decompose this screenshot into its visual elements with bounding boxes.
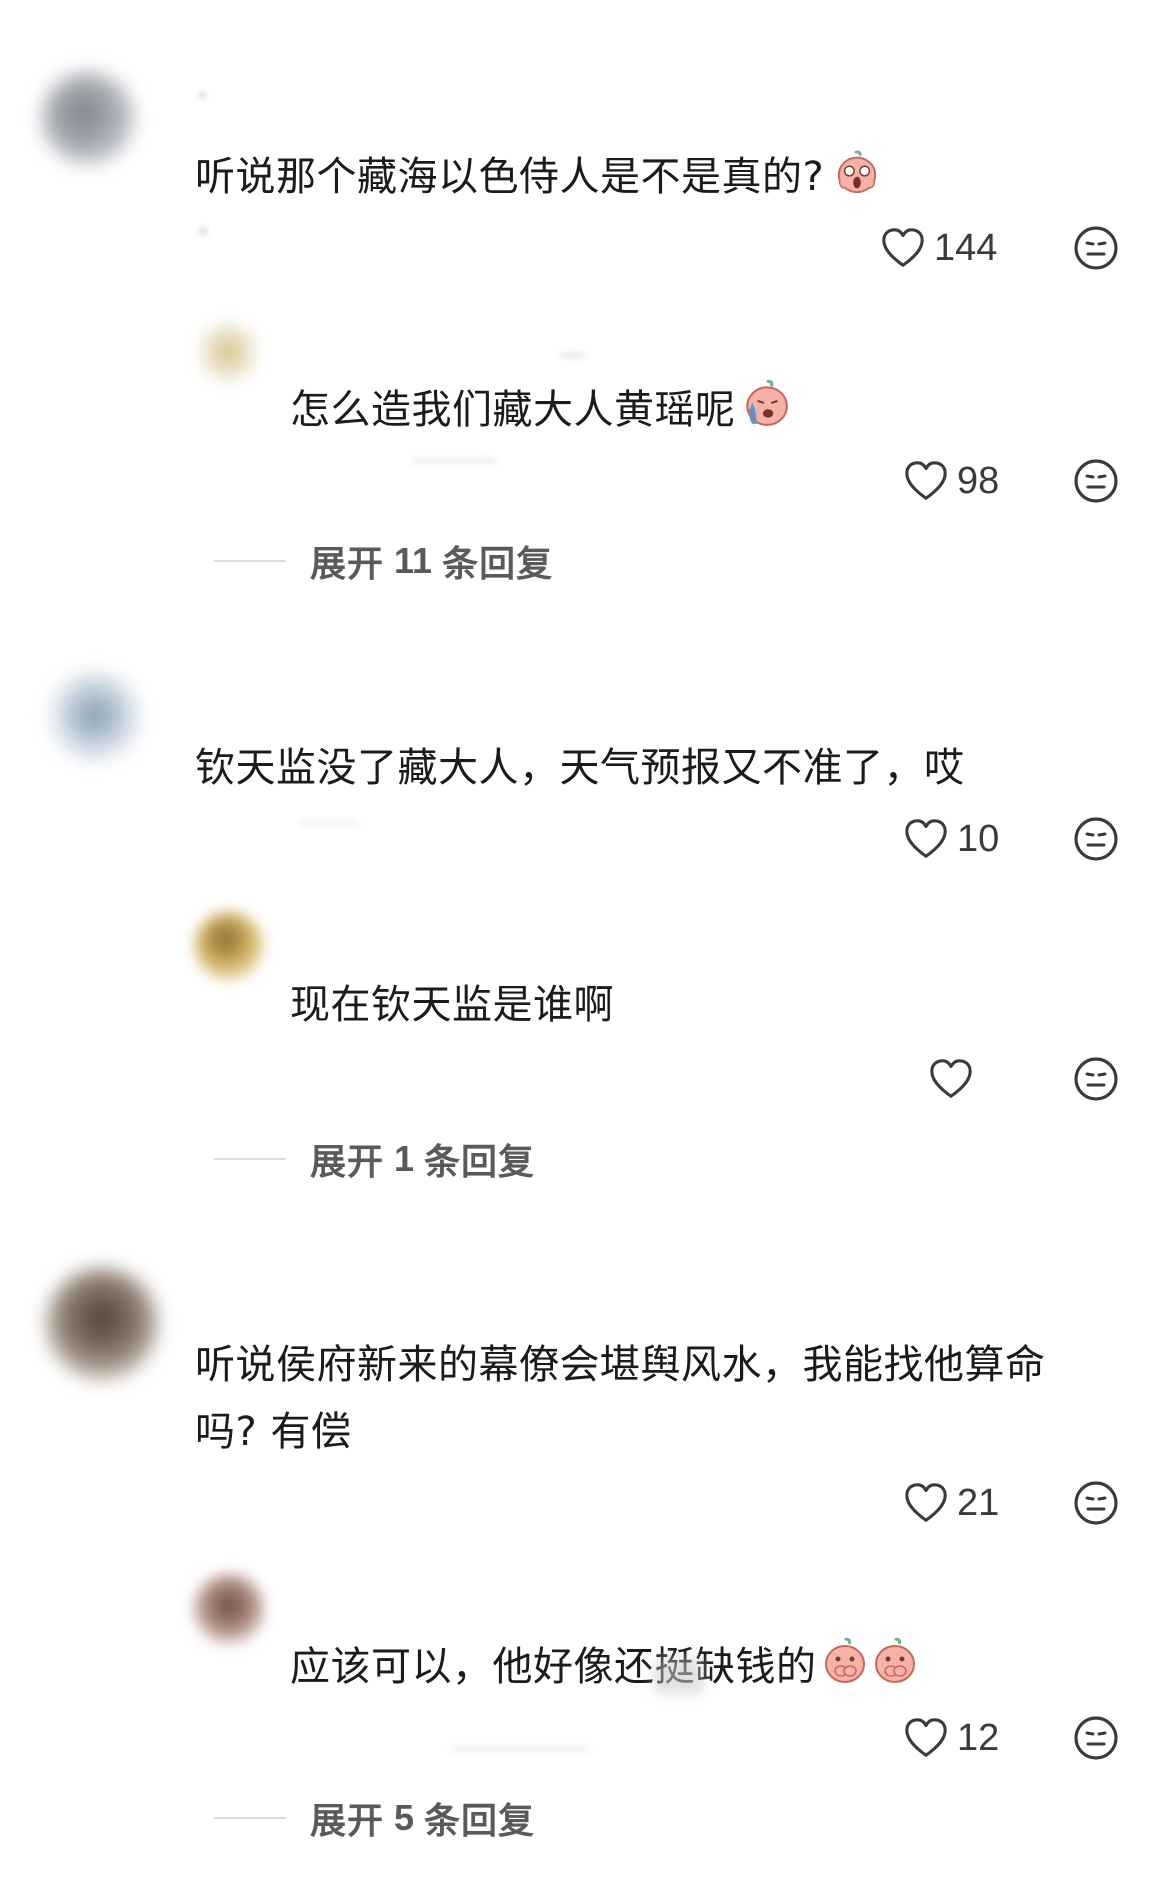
avatar[interactable] xyxy=(50,672,140,762)
crying-emoji-icon xyxy=(740,377,790,429)
reply-like-button[interactable]: 98 xyxy=(903,456,999,506)
redaction-blur xyxy=(655,1658,703,1694)
neutral-face-icon[interactable] xyxy=(1072,815,1120,863)
reply-text-content: 现在钦天监是谁啊 xyxy=(290,982,614,1028)
reply-avatar[interactable] xyxy=(194,1574,264,1644)
avatar[interactable] xyxy=(42,72,134,164)
reply-like-count: 12 xyxy=(957,1716,1000,1759)
like-count: 21 xyxy=(957,1481,1000,1524)
reply-username-blurred[interactable] xyxy=(560,352,586,358)
reply-text-content: 怎么造我们藏大人黄瑶呢 xyxy=(290,387,736,433)
reply-like-count: 98 xyxy=(957,459,1000,502)
expand-label: 展开 xyxy=(310,1142,385,1183)
like-count: 144 xyxy=(934,226,998,269)
expand-suffix: 条回复 xyxy=(424,1142,536,1183)
comment-text-line2: 吗? 有偿 xyxy=(195,1409,352,1455)
heart-outline-icon xyxy=(928,1056,974,1102)
comment-text-content: 听说那个藏海以色侍人是不是真的? xyxy=(195,154,825,200)
neutral-face-icon[interactable] xyxy=(1072,224,1120,272)
reply-timestamp-blurred xyxy=(412,458,496,464)
expand-suffix: 条回复 xyxy=(424,1801,536,1842)
reply-timestamp-blurred xyxy=(450,1746,590,1752)
expand-replies-button[interactable]: 展开 5 条回复 xyxy=(214,1793,535,1843)
like-count: 10 xyxy=(957,817,1000,860)
like-button[interactable]: 144 xyxy=(880,223,997,273)
comment-text: 听说那个藏海以色侍人是不是真的? xyxy=(195,144,880,211)
covering-mouth-emoji-icon xyxy=(821,1636,869,1686)
divider xyxy=(214,560,286,562)
neutral-face-icon[interactable] xyxy=(1072,1714,1120,1762)
expand-count: 5 xyxy=(394,1797,415,1838)
expand-count: 1 xyxy=(394,1138,415,1179)
expand-replies-button[interactable]: 展开 11 条回复 xyxy=(214,536,553,586)
neutral-face-icon[interactable] xyxy=(1072,1479,1120,1527)
like-button[interactable]: 10 xyxy=(903,814,999,864)
heart-outline-icon xyxy=(880,225,926,271)
comment-text: 钦天监没了藏大人，天气预报又不准了，哎 xyxy=(195,735,965,802)
expand-label: 展开 xyxy=(310,544,385,585)
divider xyxy=(214,1158,286,1160)
scream-emoji-icon xyxy=(834,148,880,196)
comment-text-line1: 听说侯府新来的幕僚会堪舆风水，我能找他算命 xyxy=(195,1342,1046,1388)
reply-text: 现在钦天监是谁啊 xyxy=(290,972,614,1039)
timestamp-blurred xyxy=(198,228,208,234)
avatar[interactable] xyxy=(46,1268,158,1380)
heart-outline-icon xyxy=(903,1480,949,1526)
username-blurred[interactable] xyxy=(198,92,206,98)
reply-text: 怎么造我们藏大人黄瑶呢 xyxy=(290,377,790,444)
comment-text: 听说侯府新来的幕僚会堪舆风水，我能找他算命 吗? 有偿 xyxy=(195,1332,1046,1466)
reply-avatar[interactable] xyxy=(195,912,263,980)
reply-avatar[interactable] xyxy=(198,322,258,382)
timestamp-blurred xyxy=(300,820,360,826)
covering-mouth-emoji-icon xyxy=(871,1636,919,1686)
neutral-face-icon[interactable] xyxy=(1072,1055,1120,1103)
reply-like-button[interactable] xyxy=(928,1054,982,1104)
expand-label: 展开 xyxy=(310,1801,385,1842)
expand-suffix: 条回复 xyxy=(442,544,554,585)
reply-text-content: 应该可以，他好像还挺缺钱的 xyxy=(290,1644,817,1690)
heart-outline-icon xyxy=(903,1715,949,1761)
divider xyxy=(214,1817,286,1819)
reply-like-button[interactable]: 12 xyxy=(903,1713,999,1763)
expand-replies-button[interactable]: 展开 1 条回复 xyxy=(214,1134,535,1184)
comment-text-content: 钦天监没了藏大人，天气预报又不准了，哎 xyxy=(195,745,965,791)
reply-text: 应该可以，他好像还挺缺钱的 xyxy=(290,1634,919,1701)
heart-outline-icon xyxy=(903,458,949,504)
like-button[interactable]: 21 xyxy=(903,1478,999,1528)
neutral-face-icon[interactable] xyxy=(1072,457,1120,505)
expand-count: 11 xyxy=(394,540,433,581)
heart-outline-icon xyxy=(903,816,949,862)
